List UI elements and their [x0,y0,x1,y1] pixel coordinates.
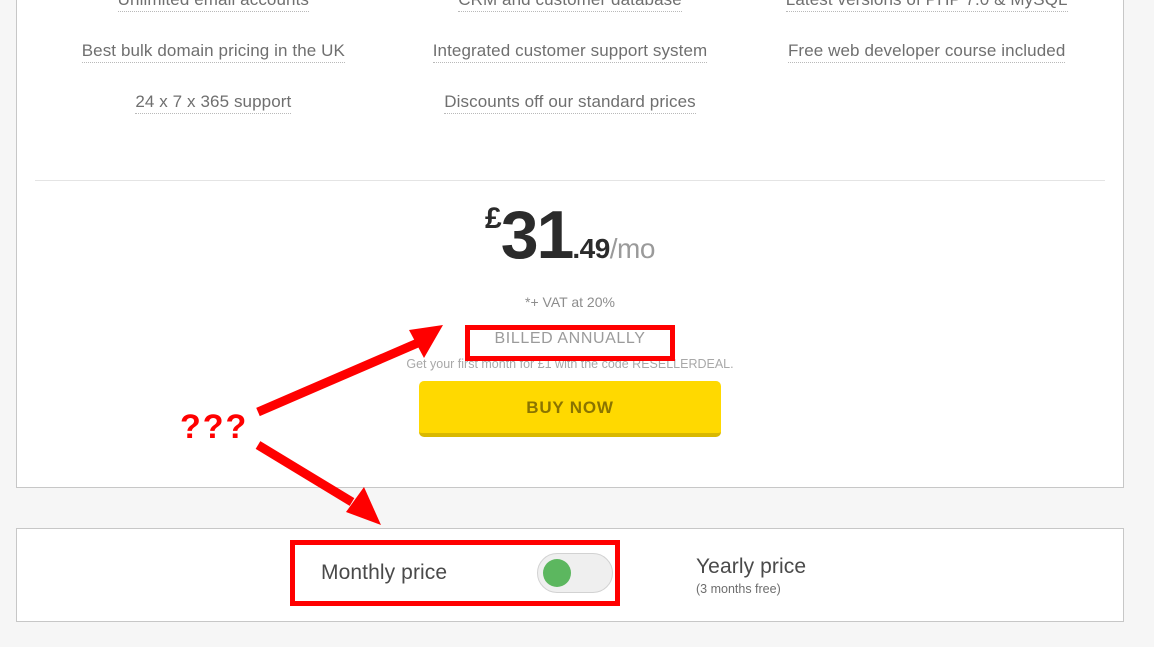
feature-item[interactable]: Unlimited email accounts [118,0,309,12]
price-period: /mo [610,233,655,264]
price-currency-symbol: £ [485,202,501,235]
feature-grid: Unlimited email accounts Best bulk domai… [17,0,1123,144]
yearly-price-block[interactable]: Yearly price (3 months free) [696,555,806,596]
billing-period-row: Monthly price Yearly price (3 months fre… [17,529,1123,621]
yearly-price-label: Yearly price [696,555,806,578]
price-block: £31.49/mo *+ VAT at 20% BILLED ANNUALLY … [17,201,1123,437]
billing-period-card: Monthly price Yearly price (3 months fre… [16,528,1124,622]
price-display: £31.49/mo [485,201,655,269]
feature-item[interactable]: Latest versions of PHP 7.0 & MySQL [786,0,1068,12]
pricing-page: Unlimited email accounts Best bulk domai… [0,0,1154,647]
monthly-price-toggle[interactable]: Monthly price [321,553,613,593]
feature-column-3: Latest versions of PHP 7.0 & MySQL Free … [748,0,1105,144]
vat-note: *+ VAT at 20% [17,294,1123,310]
monthly-price-label: Monthly price [321,561,447,585]
billing-period-switch[interactable] [537,553,613,593]
feature-item[interactable]: Best bulk domain pricing in the UK [82,42,345,63]
plan-card: Unlimited email accounts Best bulk domai… [16,0,1124,488]
feature-column-1: Unlimited email accounts Best bulk domai… [35,0,392,144]
feature-item[interactable]: Discounts off our standard prices [444,93,696,114]
feature-item[interactable]: Free web developer course included [788,42,1065,63]
buy-now-button[interactable]: BUY NOW [419,381,721,437]
feature-item[interactable]: CRM and customer database [458,0,682,12]
promo-note: Get your first month for £1 with the cod… [17,357,1123,371]
feature-column-2: CRM and customer database Integrated cus… [392,0,749,144]
price-decimal: .49 [572,233,609,264]
switch-knob [543,559,571,587]
yearly-price-sublabel: (3 months free) [696,582,806,596]
price-integer: 31 [501,197,573,273]
buy-button-wrapper: BUY NOW [17,381,1123,437]
billing-label: BILLED ANNUALLY [17,330,1123,348]
feature-item[interactable]: Integrated customer support system [433,42,708,63]
feature-item[interactable]: 24 x 7 x 365 support [135,93,291,114]
section-divider [35,180,1105,181]
